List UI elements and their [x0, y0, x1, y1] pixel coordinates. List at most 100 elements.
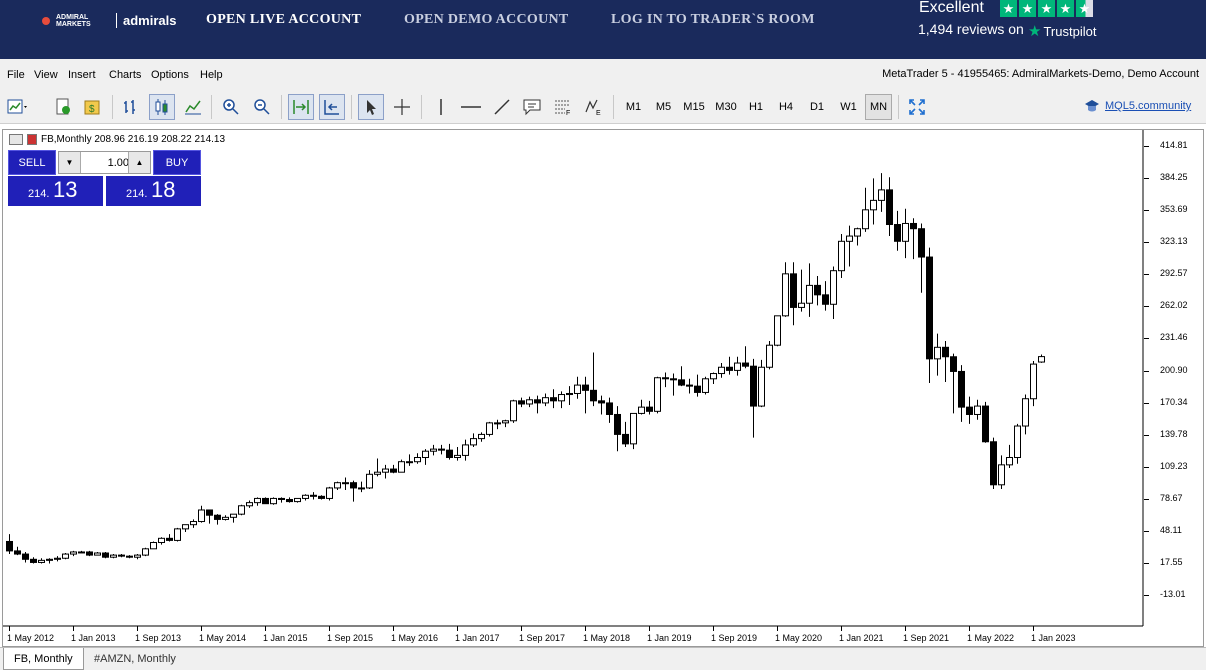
timeframe-m1-button[interactable]: M1	[620, 94, 647, 120]
menu-file[interactable]: File	[7, 69, 25, 81]
candle	[566, 386, 573, 406]
price-axis-tick	[1144, 178, 1149, 180]
cursor-icon[interactable]	[358, 94, 384, 120]
mql5-community-link[interactable]: MQL5.community	[1084, 99, 1191, 113]
fibonacci-icon[interactable]: F	[550, 94, 576, 120]
volume-stepper[interactable]: ▼ 1.00 ▲	[58, 151, 151, 174]
traders-room-login-link[interactable]: LOG IN TO TRADER`S ROOM	[611, 12, 815, 28]
buy-button[interactable]: BUY	[153, 150, 201, 175]
candle	[510, 399, 517, 423]
fullscreen-icon[interactable]	[904, 94, 930, 120]
candle	[446, 443, 453, 460]
candle-body	[422, 450, 429, 459]
open-demo-account-link[interactable]: OPEN DEMO ACCOUNT	[404, 12, 569, 28]
text-label-icon[interactable]	[519, 94, 545, 120]
candle-body	[582, 384, 589, 391]
crosshair-icon[interactable]	[389, 94, 415, 120]
timeframe-w1-button[interactable]: W1	[835, 94, 862, 120]
timeframe-m5-button[interactable]: M5	[650, 94, 677, 120]
open-live-account-link[interactable]: OPEN LIVE ACCOUNT	[206, 12, 361, 28]
trend-line-icon[interactable]	[489, 94, 515, 120]
candle	[830, 266, 837, 319]
candle	[758, 359, 765, 408]
menu-insert[interactable]: Insert	[68, 69, 96, 81]
trustpilot-reviews-count[interactable]: 1,494 reviews on	[918, 21, 1024, 37]
timeframe-m30-button[interactable]: M30	[711, 94, 741, 120]
increase-volume-icon[interactable]: ▲	[128, 152, 150, 173]
candle	[862, 187, 869, 232]
menu-help[interactable]: Help	[200, 69, 223, 81]
algo-trading-icon[interactable]: $	[80, 94, 106, 120]
candle-body	[198, 509, 205, 523]
timeframe-d1-button[interactable]: D1	[804, 94, 830, 120]
auto-scroll-icon[interactable]	[288, 94, 314, 120]
mql5-community-label: MQL5.community	[1105, 100, 1192, 112]
horizontal-line-icon[interactable]	[458, 94, 484, 120]
main-toolbar: $ F E M1 M5 M15 M30 H1 H4 D1 W1 MN MQL5.…	[0, 90, 1206, 124]
candle-body	[918, 228, 925, 258]
price-axis-tick	[1144, 562, 1149, 564]
tab-fb-monthly[interactable]: FB, Monthly	[3, 648, 84, 670]
sell-button[interactable]: SELL	[8, 150, 56, 175]
price-axis-label: 292.57	[1160, 268, 1188, 279]
new-chart-icon[interactable]	[5, 94, 31, 120]
candle-body	[614, 413, 621, 435]
candle	[974, 399, 981, 420]
symbol-flag-icon	[27, 134, 37, 145]
admirals-logo[interactable]: ADMIRAL MARKETS admirals	[42, 13, 176, 28]
candle	[494, 419, 501, 430]
ask-price-button[interactable]: 214. 18	[106, 176, 201, 206]
candle	[230, 513, 237, 523]
candle	[502, 419, 509, 428]
candle	[734, 356, 741, 376]
candle-body	[990, 441, 997, 486]
candle	[590, 352, 597, 407]
candle	[542, 393, 549, 407]
tab-amzn-monthly[interactable]: #AMZN, Monthly	[84, 648, 186, 670]
candle-body	[150, 542, 157, 550]
menu-charts[interactable]: Charts	[109, 69, 141, 81]
volume-value[interactable]: 1.00	[81, 157, 129, 169]
toolbar-separator	[281, 95, 282, 119]
candle-body	[630, 412, 637, 445]
timeframe-m15-button[interactable]: M15	[679, 94, 709, 120]
bid-price-button[interactable]: 214. 13	[8, 176, 103, 206]
line-chart-icon[interactable]	[180, 94, 206, 120]
timeframe-mn-button[interactable]: MN	[865, 94, 892, 120]
menu-view[interactable]: View	[34, 69, 58, 81]
zoom-out-icon[interactable]	[249, 94, 275, 120]
star-icon: ★	[1057, 0, 1074, 17]
candle	[886, 177, 893, 237]
candle-body	[550, 397, 557, 402]
candle-body	[262, 497, 269, 505]
candle	[838, 233, 845, 279]
timeframe-h1-button[interactable]: H1	[743, 94, 769, 120]
elliott-wave-icon[interactable]: E	[581, 94, 607, 120]
candle	[190, 519, 197, 528]
timeframe-h4-button[interactable]: H4	[773, 94, 799, 120]
chart-shift-icon[interactable]	[319, 94, 345, 120]
candlestick-chart-icon[interactable]	[149, 94, 175, 120]
candle-body	[134, 554, 141, 558]
candle-body	[670, 378, 677, 381]
time-axis-label: 1 Sep 2019	[711, 633, 758, 643]
candle	[342, 477, 349, 491]
vertical-line-icon[interactable]	[428, 94, 454, 120]
price-chart[interactable]: FB,Monthly 208.96 216.19 208.22 214.13 S…	[2, 129, 1204, 647]
candle	[110, 554, 117, 559]
menu-options[interactable]: Options	[151, 69, 189, 81]
trustpilot-brand[interactable]: ★ Trustpilot	[1028, 22, 1096, 40]
time-axis-tick	[841, 626, 842, 631]
bar-chart-icon[interactable]	[118, 94, 144, 120]
candle-body	[838, 240, 845, 272]
time-axis-tick	[777, 626, 778, 631]
price-axis-label: 109.23	[1160, 460, 1188, 471]
new-order-icon[interactable]	[50, 94, 76, 120]
zoom-in-icon[interactable]	[218, 94, 244, 120]
decrease-volume-icon[interactable]: ▼	[59, 152, 81, 173]
candle	[102, 551, 109, 559]
time-axis-tick	[905, 626, 906, 631]
candle-body	[1038, 356, 1045, 363]
time-axis-tick	[265, 626, 266, 631]
svg-text:E: E	[596, 110, 601, 116]
